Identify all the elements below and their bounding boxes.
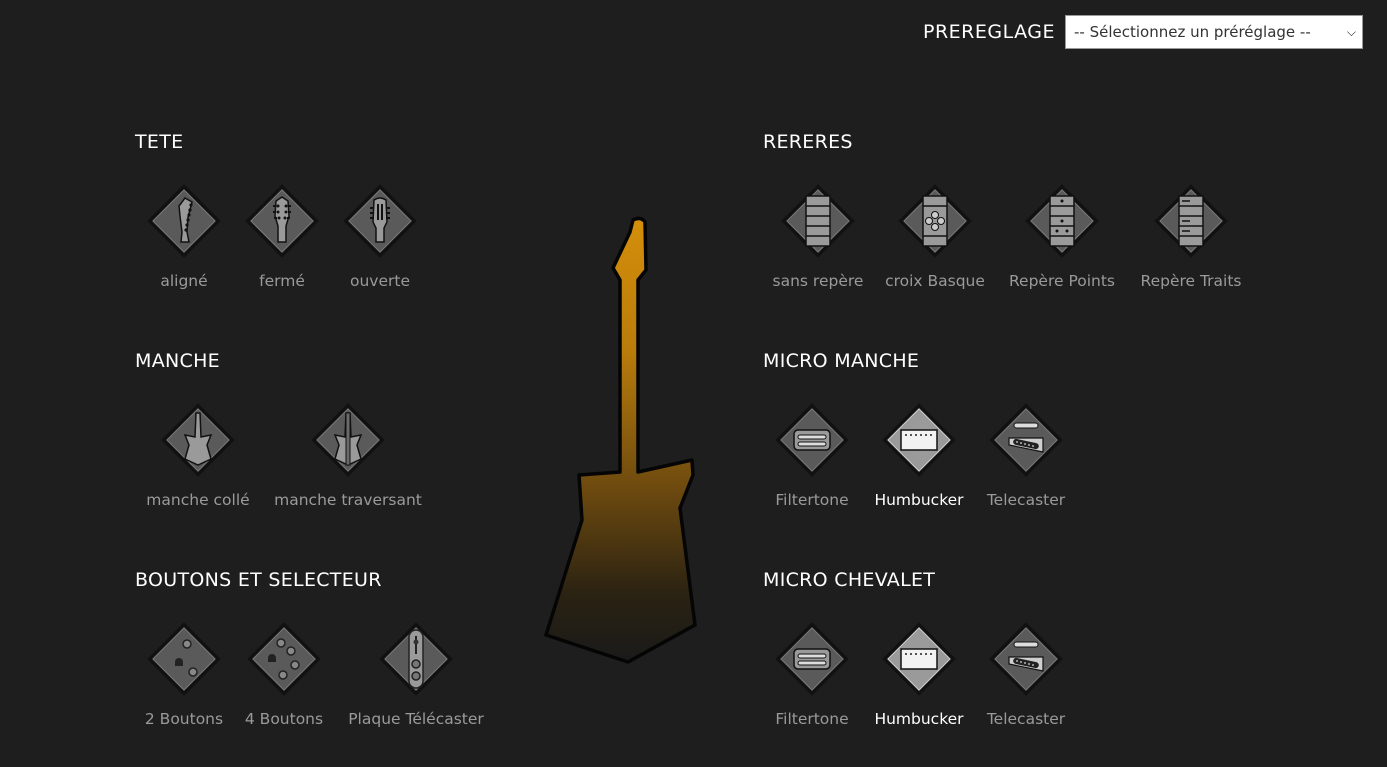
option-label: Plaque Télécaster	[348, 710, 484, 728]
option-label: croix Basque	[885, 272, 985, 290]
option-label: manche collé	[146, 491, 250, 509]
option-label: Filtertone	[775, 491, 849, 509]
pickup-filtertone-icon	[775, 403, 849, 477]
option-label: Repère Traits	[1140, 272, 1242, 290]
fretboard-lines-icon	[1154, 184, 1228, 258]
option-label: Humbucker	[874, 710, 964, 728]
headstock-closed-icon	[245, 184, 319, 258]
fretboard-basque-cross-icon	[898, 184, 972, 258]
option-tete-ferme[interactable]: fermé	[234, 182, 330, 290]
option-micro-chevalet-filtertone[interactable]: Filtertone	[764, 620, 860, 728]
option-label: aligné	[160, 272, 208, 290]
neck-through-icon	[311, 403, 385, 477]
four-knobs-icon	[247, 622, 321, 696]
option-label: fermé	[259, 272, 305, 290]
option-boutons-4[interactable]: 4 Boutons	[236, 620, 332, 728]
option-manche-colle[interactable]: manche collé	[136, 401, 260, 509]
guitar-preview	[544, 216, 697, 664]
section-title-micro-manche: MICRO MANCHE	[763, 350, 920, 372]
option-tete-ouverte[interactable]: ouverte	[332, 182, 428, 290]
option-label: Humbucker	[874, 491, 964, 509]
fretboard-dots-icon	[1025, 184, 1099, 258]
option-label: sans repère	[772, 272, 864, 290]
preset-select-value: -- Sélectionnez un préréglage --	[1074, 23, 1311, 41]
option-label: Telecaster	[986, 491, 1066, 509]
option-micro-manche-telecaster[interactable]: Telecaster	[978, 401, 1074, 509]
pickup-filtertone-icon	[775, 622, 849, 696]
headstock-aligned-icon	[147, 184, 221, 258]
option-manche-traversant[interactable]: manche traversant	[268, 401, 428, 509]
option-label: Telecaster	[986, 710, 1066, 728]
pickup-telecaster-icon	[989, 622, 1063, 696]
preset-select[interactable]: -- Sélectionnez un préréglage -- ⌵	[1065, 15, 1363, 49]
option-label: manche traversant	[274, 491, 422, 509]
preset-label: PREREGLAGE	[922, 21, 1055, 43]
two-knobs-icon	[147, 622, 221, 696]
section-title-micro-chevalet: MICRO CHEVALET	[763, 569, 936, 591]
option-label: 4 Boutons	[244, 710, 324, 728]
pickup-telecaster-icon	[989, 403, 1063, 477]
chevron-down-icon: ⌵	[1346, 24, 1356, 39]
tele-plate-icon	[379, 622, 453, 696]
fretboard-plain-icon	[781, 184, 855, 258]
option-label: Filtertone	[775, 710, 849, 728]
option-micro-manche-filtertone[interactable]: Filtertone	[764, 401, 860, 509]
section-title-reperes: RERERES	[763, 131, 853, 153]
neck-set-icon	[161, 403, 235, 477]
option-boutons-plaque-telecaster[interactable]: Plaque Télécaster	[340, 620, 492, 728]
option-label: Repère Points	[1008, 272, 1116, 290]
pickup-humbucker-icon	[882, 403, 956, 477]
guitar-body-shape	[544, 216, 697, 664]
option-label: ouverte	[349, 272, 410, 290]
pickup-humbucker-icon	[882, 622, 956, 696]
option-reperes-croix-basque[interactable]: croix Basque	[880, 182, 990, 290]
headstock-open-icon	[343, 184, 417, 258]
option-micro-chevalet-humbucker[interactable]: Humbucker	[864, 620, 974, 728]
option-label: 2 Boutons	[144, 710, 224, 728]
section-title-manche: MANCHE	[135, 350, 220, 372]
section-title-boutons: BOUTONS ET SELECTEUR	[135, 569, 382, 591]
option-tete-aligne[interactable]: aligné	[136, 182, 232, 290]
option-micro-manche-humbucker[interactable]: Humbucker	[864, 401, 974, 509]
preset-bar: PREREGLAGE -- Sélectionnez un préréglage…	[923, 15, 1363, 49]
option-reperes-points[interactable]: Repère Points	[1000, 182, 1124, 290]
section-title-tete: TETE	[135, 131, 184, 153]
option-reperes-traits[interactable]: Repère Traits	[1132, 182, 1250, 290]
option-boutons-2[interactable]: 2 Boutons	[136, 620, 232, 728]
option-micro-chevalet-telecaster[interactable]: Telecaster	[978, 620, 1074, 728]
option-reperes-sans[interactable]: sans repère	[767, 182, 869, 290]
